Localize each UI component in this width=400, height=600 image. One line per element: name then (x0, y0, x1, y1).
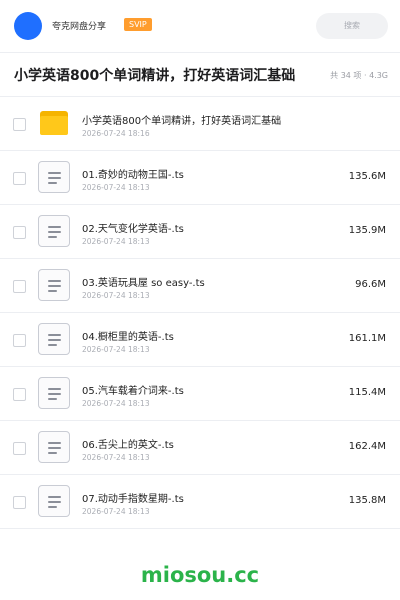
file-list: 小学英语800个单词精讲，打好英语词汇基础 2026-07-24 18:16 0… (0, 97, 400, 529)
file-size: 115.4M (348, 387, 386, 398)
svip-badge: SVIP (124, 18, 152, 31)
file-size: 135.9M (348, 225, 386, 236)
file-name: 06.舌尖上的英文-.ts (82, 440, 174, 451)
file-date: 2026-07-24 18:13 (82, 453, 150, 462)
select-checkbox[interactable] (13, 442, 26, 455)
avatar[interactable] (14, 12, 42, 40)
select-checkbox[interactable] (13, 118, 26, 131)
document-icon (38, 377, 70, 409)
document-icon (38, 431, 70, 463)
file-name: 03.英语玩具屋 so easy-.ts (82, 278, 205, 289)
top-bar: 夸克网盘分享 SVIP 搜索 (0, 0, 400, 53)
document-icon (38, 323, 70, 355)
list-item[interactable]: 07.动动手指数星期-.ts 2026-07-24 18:13 135.8M (0, 475, 400, 529)
file-size: 162.4M (348, 441, 386, 452)
file-name: 05.汽车载着介词来-.ts (82, 386, 184, 397)
file-size: 96.6M (355, 279, 386, 290)
file-date: 2026-07-24 18:16 (82, 129, 150, 138)
file-date: 2026-07-24 18:13 (82, 291, 150, 300)
document-icon (38, 161, 70, 193)
share-name: 夸克网盘分享 (52, 22, 107, 32)
page-title: 小学英语800个单词精讲，打好英语词汇基础 (14, 68, 296, 84)
document-icon (38, 269, 70, 301)
watermark: miosou.cc (140, 563, 260, 587)
item-count-size: 共 34 项 · 4.3G (330, 71, 388, 80)
file-name: 04.橱柜里的英语-.ts (82, 332, 174, 343)
file-name: 01.奇妙的动物王国-.ts (82, 170, 184, 181)
file-date: 2026-07-24 18:13 (82, 507, 150, 516)
list-item[interactable]: 04.橱柜里的英语-.ts 2026-07-24 18:13 161.1M (0, 313, 400, 367)
select-checkbox[interactable] (13, 496, 26, 509)
file-size: 161.1M (348, 333, 386, 344)
folder-icon (38, 107, 70, 139)
search-input[interactable]: 搜索 (316, 13, 388, 39)
list-item[interactable]: 03.英语玩具屋 so easy-.ts 2026-07-24 18:13 96… (0, 259, 400, 313)
file-name: 02.天气变化学英语-.ts (82, 224, 184, 235)
document-icon (38, 215, 70, 247)
list-item[interactable]: 06.舌尖上的英文-.ts 2026-07-24 18:13 162.4M (0, 421, 400, 475)
document-icon (38, 485, 70, 517)
file-date: 2026-07-24 18:13 (82, 345, 150, 354)
select-checkbox[interactable] (13, 226, 26, 239)
title-bar: 小学英语800个单词精讲，打好英语词汇基础 共 34 项 · 4.3G (0, 53, 400, 97)
list-item[interactable]: 小学英语800个单词精讲，打好英语词汇基础 2026-07-24 18:16 (0, 97, 400, 151)
file-size: 135.6M (348, 171, 386, 182)
select-checkbox[interactable] (13, 172, 26, 185)
select-checkbox[interactable] (13, 334, 26, 347)
select-checkbox[interactable] (13, 280, 26, 293)
list-item[interactable]: 05.汽车载着介词来-.ts 2026-07-24 18:13 115.4M (0, 367, 400, 421)
list-item[interactable]: 01.奇妙的动物王国-.ts 2026-07-24 18:13 135.6M (0, 151, 400, 205)
file-name: 07.动动手指数星期-.ts (82, 494, 184, 505)
file-date: 2026-07-24 18:13 (82, 183, 150, 192)
select-checkbox[interactable] (13, 388, 26, 401)
list-item[interactable]: 02.天气变化学英语-.ts 2026-07-24 18:13 135.9M (0, 205, 400, 259)
file-date: 2026-07-24 18:13 (82, 399, 150, 408)
file-size: 135.8M (348, 495, 386, 506)
file-date: 2026-07-24 18:13 (82, 237, 150, 246)
file-name: 小学英语800个单词精讲，打好英语词汇基础 (82, 116, 282, 127)
